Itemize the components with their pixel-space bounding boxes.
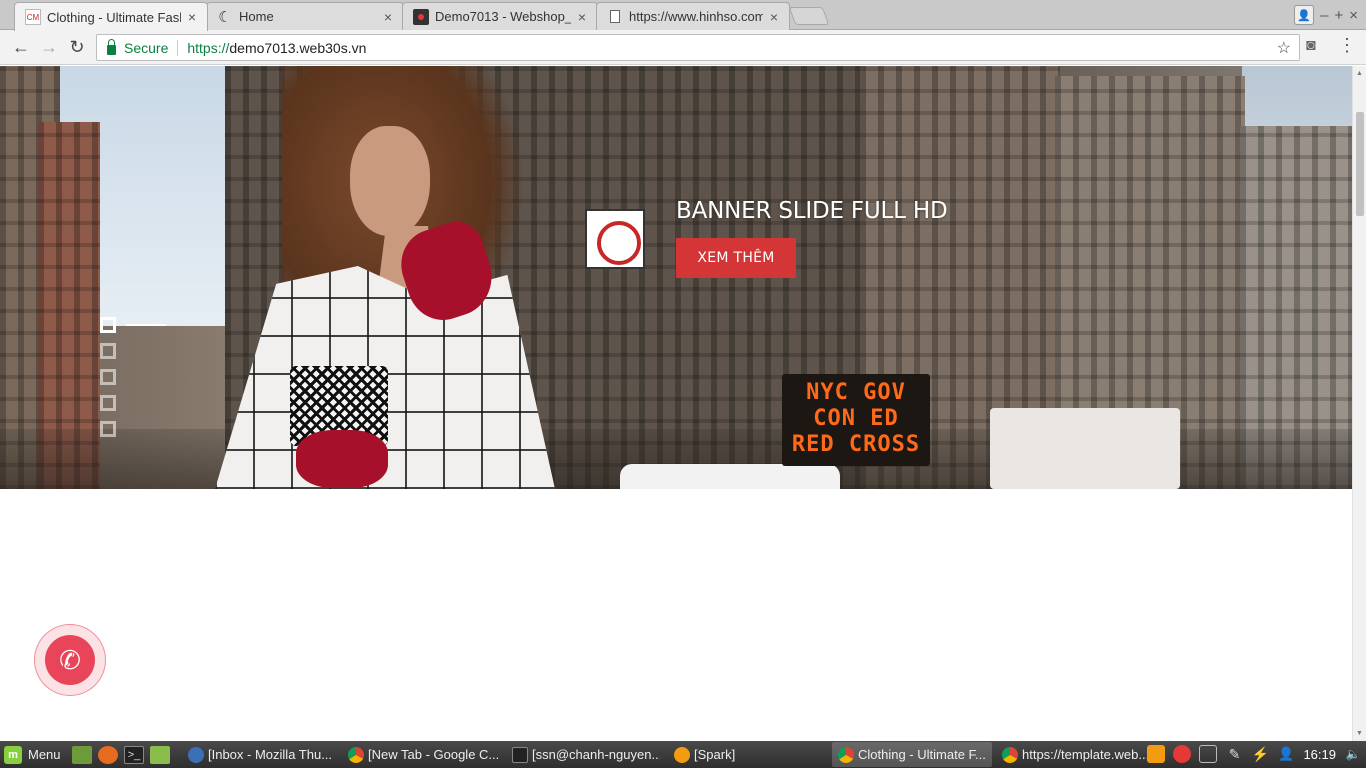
reload-icon[interactable]: ↻: [65, 36, 89, 58]
show-desktop-icon[interactable]: [72, 745, 92, 764]
vertical-scrollbar[interactable]: ▲ ▼: [1352, 66, 1366, 741]
taskbar-item-spark[interactable]: [Spark]: [668, 742, 822, 767]
browser-toolbar: ← → ↻ Secure https:// demo7013.web30s.vn…: [0, 30, 1366, 65]
minimize-icon[interactable]: –: [1320, 7, 1328, 24]
car: [620, 464, 840, 489]
spark-tray-icon[interactable]: [1147, 745, 1166, 763]
led-sign-line: NYC GOV: [806, 380, 906, 405]
bookmark-star-icon[interactable]: ☆: [1277, 38, 1291, 58]
slide-dot[interactable]: [100, 317, 116, 333]
phone-icon: ✆: [45, 635, 95, 685]
hero-banner: NYC GOV CON ED RED CROSS BANNER SLIDE FU…: [0, 66, 1352, 489]
led-sign: NYC GOV CON ED RED CROSS: [782, 374, 930, 466]
mint-logo-icon: m: [4, 745, 22, 764]
back-arrow-icon[interactable]: ←: [9, 36, 33, 58]
model-face: [350, 126, 430, 236]
tab-title: Clothing - Ultimate Fash: [47, 9, 181, 25]
tab-title: https://www.hinhso.com: [629, 9, 763, 24]
scroll-down-arrow-icon[interactable]: ▼: [1356, 730, 1363, 737]
close-icon[interactable]: ×: [381, 9, 395, 25]
site-favicon-icon: [413, 8, 429, 25]
pen-tray-icon[interactable]: ✎: [1225, 745, 1243, 763]
banner-title: BANNER SLIDE FULL HD: [676, 198, 948, 224]
user-tray-icon[interactable]: 👤: [1277, 745, 1295, 763]
start-menu-button[interactable]: m Menu: [0, 745, 66, 764]
taskbar-item-thunderbird[interactable]: [Inbox - Mozilla Thu...: [182, 742, 334, 767]
clock[interactable]: 16:19: [1303, 747, 1336, 762]
chrome-icon: [838, 746, 854, 763]
slide-dot[interactable]: [100, 395, 116, 411]
quick-launch: >_: [72, 745, 170, 764]
spark-icon: [674, 746, 690, 763]
moon-icon: ☾: [218, 8, 232, 26]
firefox-icon[interactable]: [98, 745, 118, 764]
task-label: [Inbox - Mozilla Thu...: [208, 747, 333, 762]
taskbar-item-terminal[interactable]: [ssn@chanh-nguyen...: [506, 742, 660, 767]
taskbar-item-chrome-clothing[interactable]: Clothing - Ultimate F...: [832, 742, 992, 767]
led-sign-line: RED CROSS: [791, 432, 921, 457]
os-taskbar: m Menu >_ [Inbox - Mozilla Thu... [New T…: [0, 741, 1366, 768]
ambulance: [990, 408, 1180, 489]
menu-kebab-icon[interactable]: ⋮: [1338, 35, 1356, 56]
tab-title: Home: [239, 9, 274, 24]
active-slide-line: [126, 324, 166, 326]
tab-demo7013[interactable]: Demo7013 - Webshop_ ×: [402, 2, 598, 30]
red-glove: [296, 430, 388, 488]
no-left-turn-sign: [585, 209, 645, 269]
slide-dot[interactable]: [100, 343, 116, 359]
taskbar-item-chrome[interactable]: [New Tab - Google C...: [342, 742, 498, 767]
keyboard-tray-icon[interactable]: [1199, 745, 1218, 763]
tab-hinhso[interactable]: https://www.hinhso.com ×: [596, 2, 790, 30]
close-window-icon[interactable]: ×: [1349, 7, 1358, 24]
slide-dot[interactable]: [100, 421, 116, 437]
led-sign-line: CON ED: [813, 406, 899, 431]
document-icon: [607, 9, 623, 25]
volume-icon[interactable]: 🔈: [1344, 745, 1362, 763]
banner-caption: BANNER SLIDE FULL HD XEM THÊM: [676, 198, 948, 278]
task-label: [Spark]: [694, 747, 736, 762]
close-icon[interactable]: ×: [575, 9, 589, 25]
forward-arrow-icon[interactable]: →: [37, 36, 61, 58]
taskbar-item-chrome-template[interactable]: https://template.web...: [996, 742, 1152, 767]
close-icon[interactable]: ×: [767, 9, 781, 25]
slide-dot[interactable]: [100, 369, 116, 385]
view-more-button[interactable]: XEM THÊM: [676, 238, 796, 278]
profile-icon[interactable]: 👤: [1294, 5, 1315, 25]
folder-icon[interactable]: [150, 745, 170, 764]
task-label: https://template.web...: [1022, 747, 1150, 762]
new-tab-button[interactable]: [788, 7, 830, 25]
maximize-icon[interactable]: +: [1334, 7, 1343, 24]
scrollbar-thumb[interactable]: [1356, 112, 1364, 216]
task-label: Clothing - Ultimate F...: [858, 747, 986, 762]
site-favicon-icon: CM: [25, 9, 41, 25]
task-label: [New Tab - Google C...: [368, 747, 498, 762]
chrome-icon: [1002, 746, 1018, 763]
url-host: demo7013.web30s.vn: [229, 39, 367, 56]
call-button[interactable]: ✆: [34, 624, 106, 696]
chrome-icon: [348, 746, 364, 763]
secure-label: Secure: [124, 39, 169, 56]
divider: [177, 39, 179, 56]
terminal-icon[interactable]: >_: [124, 745, 144, 764]
window-controls: 👤 – + ×: [1294, 5, 1358, 25]
tab-home[interactable]: ☾ Home ×: [206, 2, 404, 30]
menu-label: Menu: [28, 747, 61, 762]
tab-strip: CM Clothing - Ultimate Fash × ☾ Home × D…: [0, 0, 1366, 31]
camera-icon[interactable]: ◙: [1306, 37, 1316, 55]
tab-title: Demo7013 - Webshop_: [435, 9, 571, 24]
task-label: [ssn@chanh-nguyen...: [532, 747, 660, 762]
scroll-up-arrow-icon[interactable]: ▲: [1356, 70, 1363, 77]
thunderbird-icon: [188, 746, 204, 763]
terminal-icon: [512, 746, 528, 763]
system-tray: ✎ ⚡ 👤 16:19 🔈: [1147, 745, 1362, 763]
address-bar[interactable]: Secure https:// demo7013.web30s.vn ☆: [96, 34, 1300, 61]
url-scheme: https://: [187, 39, 230, 56]
close-icon[interactable]: ×: [185, 9, 199, 25]
tab-clothing[interactable]: CM Clothing - Ultimate Fash ×: [14, 2, 208, 31]
network-tray-icon[interactable]: ⚡: [1251, 745, 1269, 763]
notification-tray-icon[interactable]: [1173, 745, 1192, 763]
page-viewport: NYC GOV CON ED RED CROSS BANNER SLIDE FU…: [0, 66, 1352, 741]
lock-icon: [107, 38, 116, 55]
